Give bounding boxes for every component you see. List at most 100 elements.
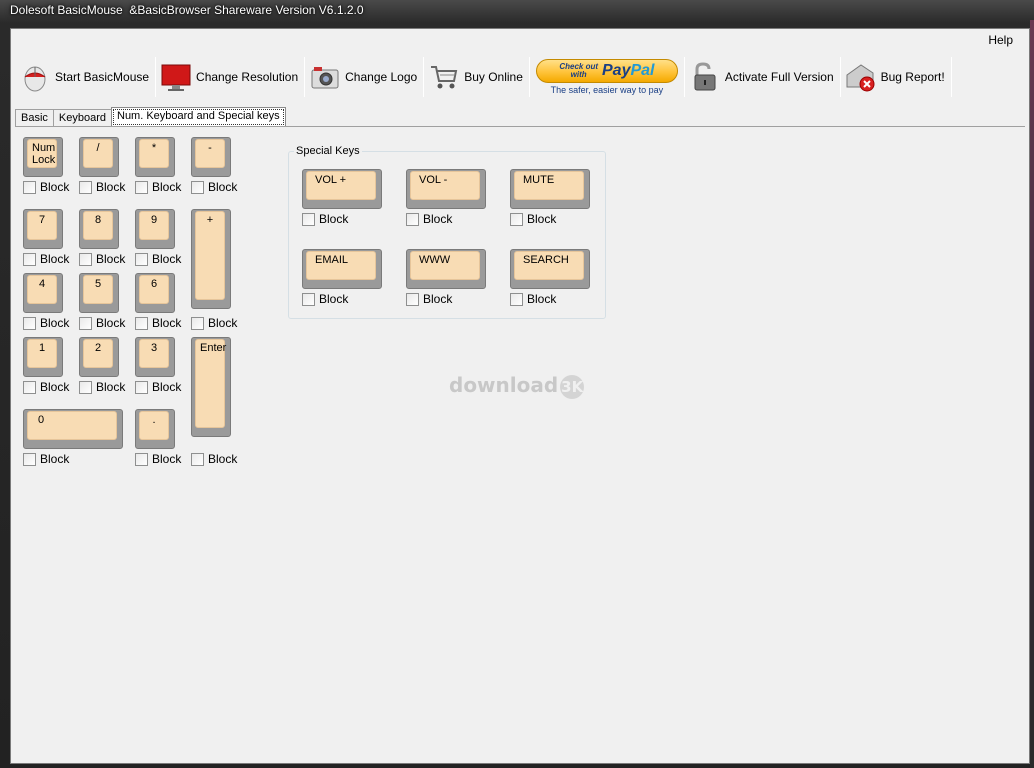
key-email[interactable]: EMAIL: [302, 249, 382, 289]
buy-online-button[interactable]: Buy Online: [424, 56, 529, 98]
start-basicmouse-label: Start BasicMouse: [55, 70, 150, 84]
key-numpad-0[interactable]: 0: [23, 409, 123, 449]
mouse-icon: [19, 61, 51, 93]
block-checkbox-email[interactable]: Block: [302, 292, 348, 306]
monitor-icon: [160, 61, 192, 93]
block-checkbox-0[interactable]: Block: [23, 452, 69, 466]
change-resolution-label: Change Resolution: [196, 70, 299, 84]
block-checkbox-label: Block: [40, 252, 70, 266]
block-checkbox-label: Block: [40, 180, 70, 194]
key-numpad-dot[interactable]: .: [135, 409, 175, 449]
block-checkbox-vol-down[interactable]: Block: [406, 212, 452, 226]
change-logo-label: Change Logo: [345, 70, 418, 84]
key-numpad-star-label: *: [139, 139, 169, 168]
buy-online-label: Buy Online: [464, 70, 523, 84]
block-checkbox-label: Block: [208, 316, 238, 330]
key-numlock[interactable]: Num Lock: [23, 137, 63, 177]
key-numpad-slash-label: /: [83, 139, 113, 168]
block-checkbox-5[interactable]: Block: [79, 316, 125, 330]
key-numpad-enter[interactable]: Enter: [191, 337, 231, 437]
block-checkbox-dot[interactable]: Block: [135, 452, 181, 466]
block-checkbox-plus[interactable]: Block: [191, 316, 237, 330]
block-checkbox-label: Block: [96, 180, 126, 194]
block-checkbox-4[interactable]: Block: [23, 316, 69, 330]
key-numpad-minus[interactable]: -: [191, 137, 231, 177]
block-checkbox-label: Block: [208, 452, 238, 466]
block-checkbox-label: Block: [152, 252, 182, 266]
block-checkbox-label: Block: [423, 212, 453, 226]
change-logo-button[interactable]: Change Logo: [305, 56, 423, 98]
change-resolution-button[interactable]: Change Resolution: [156, 56, 304, 98]
key-numpad-5[interactable]: 5: [79, 273, 119, 313]
key-vol-up[interactable]: VOL +: [302, 169, 382, 209]
block-checkbox-7[interactable]: Block: [23, 252, 69, 266]
key-search[interactable]: SEARCH: [510, 249, 590, 289]
block-checkbox-9[interactable]: Block: [135, 252, 181, 266]
block-checkbox-label: Block: [40, 452, 70, 466]
key-numpad-6-label: 6: [139, 275, 169, 304]
block-checkbox-vol-up[interactable]: Block: [302, 212, 348, 226]
paypal-tagline: The safer, easier way to pay: [550, 85, 664, 95]
block-checkbox-8[interactable]: Block: [79, 252, 125, 266]
menu-help[interactable]: Help: [988, 33, 1013, 47]
key-numpad-star[interactable]: *: [135, 137, 175, 177]
block-checkbox-label: Block: [527, 292, 557, 306]
block-checkbox-enter[interactable]: Block: [191, 452, 237, 466]
download3k-watermark: download 3K: [449, 373, 585, 399]
block-checkbox-mute[interactable]: Block: [510, 212, 556, 226]
key-www[interactable]: WWW: [406, 249, 486, 289]
block-checkbox-www[interactable]: Block: [406, 292, 452, 306]
key-vol-up-label: VOL +: [306, 171, 376, 200]
block-checkbox-label: Block: [40, 380, 70, 394]
key-numpad-dot-label: .: [139, 411, 169, 440]
toolbar-separator: [950, 57, 952, 97]
key-numpad-3[interactable]: 3: [135, 337, 175, 377]
toolbar: Start BasicMouse Change Resolution Chang…: [15, 55, 952, 99]
key-numpad-5-label: 5: [83, 275, 113, 304]
block-checkbox-label: Block: [208, 180, 238, 194]
key-numpad-minus-label: -: [195, 139, 225, 168]
key-numpad-plus[interactable]: +: [191, 209, 231, 309]
key-numpad-2[interactable]: 2: [79, 337, 119, 377]
key-search-label: SEARCH: [514, 251, 584, 280]
block-checkbox-3[interactable]: Block: [135, 380, 181, 394]
block-checkbox-numlock[interactable]: Block: [23, 180, 69, 194]
block-checkbox-label: Block: [527, 212, 557, 226]
bug-report-button[interactable]: Bug Report!: [841, 56, 951, 98]
camera-icon: [309, 61, 341, 93]
key-vol-down[interactable]: VOL -: [406, 169, 486, 209]
tab-num-keyboard-special-keys[interactable]: Num. Keyboard and Special keys: [111, 107, 286, 127]
activate-full-version-button[interactable]: Activate Full Version: [685, 56, 840, 98]
key-numpad-8[interactable]: 8: [79, 209, 119, 249]
block-checkbox-2[interactable]: Block: [79, 380, 125, 394]
block-checkbox-search[interactable]: Block: [510, 292, 556, 306]
tab-strip: Basic Keyboard Num. Keyboard and Special…: [15, 107, 286, 127]
start-basicmouse-button[interactable]: Start BasicMouse: [15, 56, 155, 98]
key-numpad-7[interactable]: 7: [23, 209, 63, 249]
tab-basic[interactable]: Basic: [15, 109, 54, 127]
tab-keyboard[interactable]: Keyboard: [52, 109, 112, 127]
key-numpad-9[interactable]: 9: [135, 209, 175, 249]
block-checkbox-1[interactable]: Block: [23, 380, 69, 394]
key-numpad-1[interactable]: 1: [23, 337, 63, 377]
app-client-area: Help Start BasicMouse Change Resolution …: [10, 28, 1030, 764]
desktop-background-strip: [1030, 20, 1034, 768]
paypal-checkout-button[interactable]: Check out with PayPal The safer, easier …: [530, 59, 684, 95]
key-numpad-6[interactable]: 6: [135, 273, 175, 313]
paypal-brand-pal: Pal: [630, 62, 655, 79]
key-numpad-1-label: 1: [27, 339, 57, 368]
key-mute[interactable]: MUTE: [510, 169, 590, 209]
block-checkbox-6[interactable]: Block: [135, 316, 181, 330]
key-vol-down-label: VOL -: [410, 171, 480, 200]
block-checkbox-star[interactable]: Block: [135, 180, 181, 194]
block-checkbox-minus[interactable]: Block: [191, 180, 237, 194]
key-numpad-4[interactable]: 4: [23, 273, 63, 313]
paypal-logo: Check out with PayPal: [535, 59, 678, 83]
block-checkbox-slash[interactable]: Block: [79, 180, 125, 194]
block-checkbox-label: Block: [423, 292, 453, 306]
key-numpad-enter-label: Enter: [195, 339, 226, 428]
block-checkbox-label: Block: [96, 316, 126, 330]
key-mute-label: MUTE: [514, 171, 584, 200]
key-numpad-slash[interactable]: /: [79, 137, 119, 177]
watermark-text: download: [449, 373, 559, 397]
